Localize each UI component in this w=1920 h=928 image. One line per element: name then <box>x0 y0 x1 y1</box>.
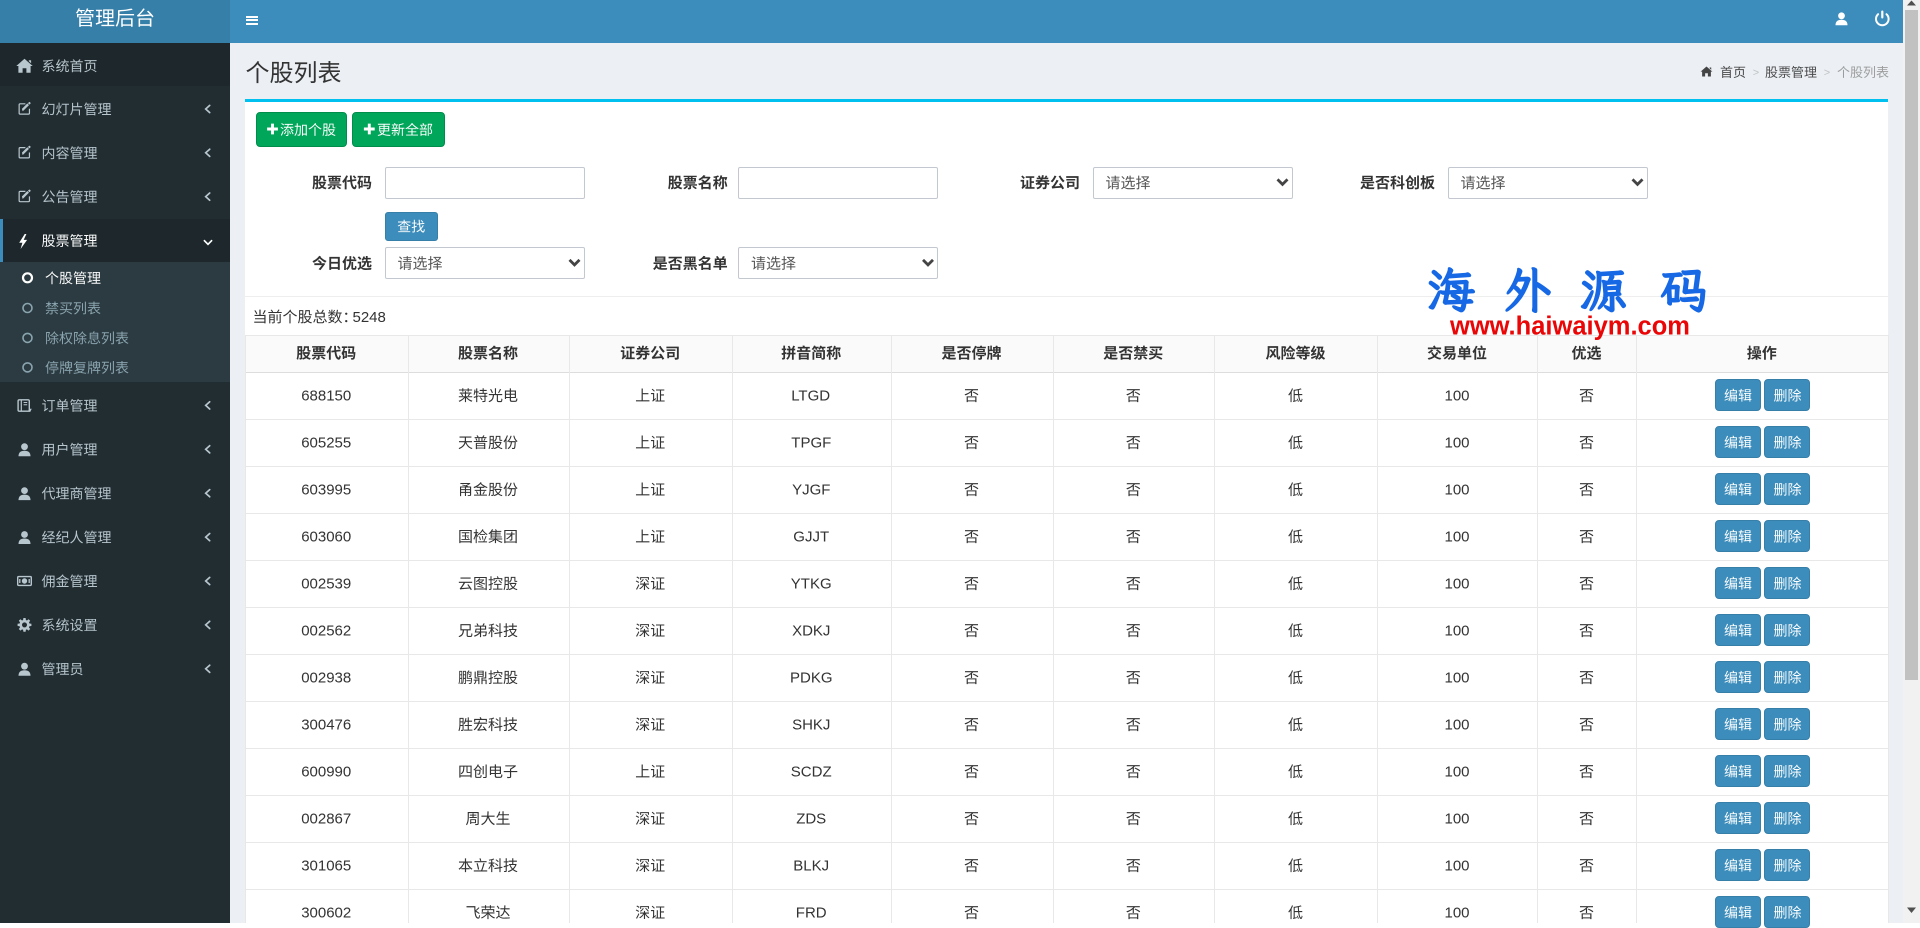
svg-text:100: 100 <box>1445 811 1470 828</box>
svg-text:100: 100 <box>1445 858 1470 875</box>
svg-text:100: 100 <box>1445 388 1470 405</box>
svg-text:PDKG: PDKG <box>790 670 833 687</box>
svg-text:LTGD: LTGD <box>791 388 830 405</box>
svg-text:SCDZ: SCDZ <box>791 764 832 781</box>
svg-text:002938: 002938 <box>301 670 351 687</box>
svg-text:002539: 002539 <box>301 576 351 593</box>
svg-text:100: 100 <box>1445 670 1470 687</box>
svg-text:>: > <box>1753 67 1759 79</box>
svg-text:100: 100 <box>1445 905 1470 922</box>
svg-text:300602: 300602 <box>301 905 351 922</box>
svg-text:300476: 300476 <box>301 717 351 734</box>
svg-text:100: 100 <box>1445 764 1470 781</box>
svg-text:FRD: FRD <box>796 905 827 922</box>
svg-text:605255: 605255 <box>301 435 351 452</box>
svg-text:GJJT: GJJT <box>793 529 829 546</box>
svg-text:100: 100 <box>1445 717 1470 734</box>
svg-text:301065: 301065 <box>301 858 351 875</box>
svg-text:100: 100 <box>1445 576 1470 593</box>
svg-text:603060: 603060 <box>301 529 351 546</box>
svg-text:BLKJ: BLKJ <box>793 858 829 875</box>
svg-text:www.haiwaiym.com: www.haiwaiym.com <box>1449 312 1690 340</box>
svg-text:100: 100 <box>1445 623 1470 640</box>
svg-text:603995: 603995 <box>301 482 351 499</box>
svg-text:002867: 002867 <box>301 811 351 828</box>
svg-text:SHKJ: SHKJ <box>792 717 830 734</box>
svg-text:YJGF: YJGF <box>792 482 830 499</box>
svg-text:100: 100 <box>1445 529 1470 546</box>
svg-text:XDKJ: XDKJ <box>792 623 830 640</box>
svg-text:688150: 688150 <box>301 388 351 405</box>
svg-text:5248: 5248 <box>353 309 386 326</box>
svg-text:YTKG: YTKG <box>791 576 832 593</box>
svg-text:100: 100 <box>1445 435 1470 452</box>
svg-text:ZDS: ZDS <box>796 811 826 828</box>
svg-text:TPGF: TPGF <box>791 435 831 452</box>
svg-text:100: 100 <box>1445 482 1470 499</box>
svg-text:002562: 002562 <box>301 623 351 640</box>
svg-text:>: > <box>1824 67 1830 79</box>
svg-text:600990: 600990 <box>301 764 351 781</box>
